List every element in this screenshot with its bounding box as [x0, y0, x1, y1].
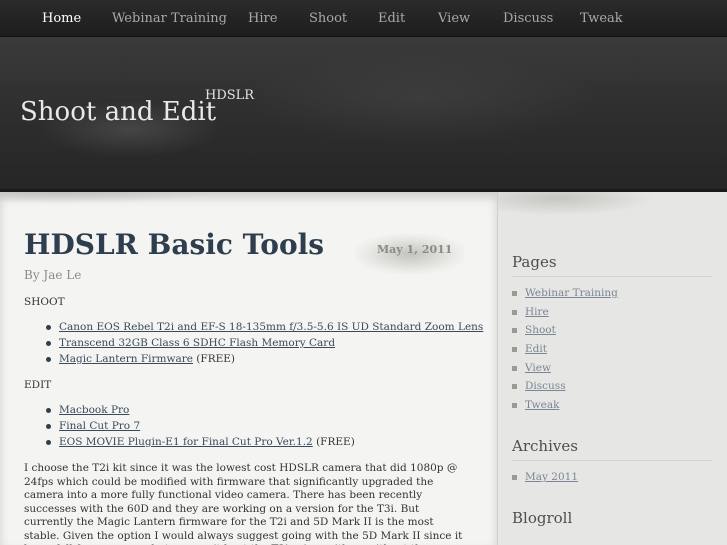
- site-tagline: HDSLR: [205, 88, 255, 103]
- archives-list: May 2011: [512, 468, 578, 487]
- post-title[interactable]: HDSLR Basic Tools: [24, 228, 324, 261]
- product-link[interactable]: Macbook Pro: [59, 404, 129, 416]
- list-item: Canon EOS Rebel T2i and EF-S 18-135mm f/…: [44, 319, 483, 335]
- sidebar-item-hire: Hire: [512, 303, 618, 322]
- sidebar-item-view: View: [512, 359, 618, 378]
- list-item: Transcend 32GB Class 6 SDHC Flash Memory…: [44, 335, 483, 351]
- sidebar-item-tweak: Tweak: [512, 396, 618, 415]
- nav-item-webinar-training[interactable]: Webinar Training: [112, 11, 227, 26]
- shoot-list: Canon EOS Rebel T2i and EF-S 18-135mm f/…: [44, 319, 483, 367]
- nav-item-edit[interactable]: Edit: [378, 11, 405, 26]
- list-item: Magic Lantern Firmware (FREE): [44, 351, 483, 367]
- post-date-badge: May 1, 2011: [356, 234, 464, 274]
- product-link[interactable]: EOS MOVIE Plugin-E1 for Final Cut Pro Ve…: [59, 436, 313, 448]
- top-navigation: Home Webinar Training Hire Shoot Edit Vi…: [0, 0, 727, 37]
- product-link[interactable]: Canon EOS Rebel T2i and EF-S 18-135mm f/…: [59, 321, 483, 333]
- product-link[interactable]: Final Cut Pro 7: [59, 420, 140, 432]
- widget-divider: [512, 276, 712, 277]
- nav-item-shoot[interactable]: Shoot: [309, 11, 347, 26]
- sidebar-item-edit: Edit: [512, 340, 618, 359]
- nav-item-discuss[interactable]: Discuss: [503, 11, 553, 26]
- sidebar-item-webinar-training: Webinar Training: [512, 284, 618, 303]
- list-item: Final Cut Pro 7: [44, 418, 355, 434]
- section-label-shoot: SHOOT: [24, 296, 65, 308]
- site-header: Shoot and Edit HDSLR: [0, 37, 727, 191]
- edit-list: Macbook Pro Final Cut Pro 7 EOS MOVIE Pl…: [44, 402, 355, 450]
- nav-item-hire[interactable]: Hire: [248, 11, 277, 26]
- post-body: I choose the T2i kit since it was the lo…: [24, 462, 463, 545]
- sidebar-item-discuss: Discuss: [512, 377, 618, 396]
- nav-item-tweak[interactable]: Tweak: [580, 11, 623, 26]
- pages-widget-title: Pages: [512, 253, 557, 271]
- widget-divider: [512, 460, 712, 461]
- list-item: EOS MOVIE Plugin-E1 for Final Cut Pro Ve…: [44, 434, 355, 450]
- section-label-edit: EDIT: [24, 379, 52, 391]
- product-link[interactable]: Magic Lantern Firmware: [59, 353, 193, 365]
- post-content: HDSLR Basic Tools May 1, 2011 By Jae Le …: [0, 192, 497, 545]
- archives-widget-title: Archives: [512, 437, 578, 455]
- price-note: (FREE): [312, 436, 355, 448]
- site-title[interactable]: Shoot and Edit: [20, 97, 216, 127]
- nav-item-home[interactable]: Home: [42, 11, 81, 26]
- pages-list: Webinar Training Hire Shoot Edit View Di…: [512, 284, 618, 415]
- sidebar: Pages Webinar Training Hire Shoot Edit V…: [497, 192, 727, 545]
- decorative-texture: [0, 192, 497, 214]
- nav-item-view[interactable]: View: [438, 11, 470, 26]
- blogroll-widget-title: Blogroll: [512, 509, 573, 527]
- sidebar-item-shoot: Shoot: [512, 321, 618, 340]
- post-author: By Jae Le: [24, 268, 82, 282]
- post-date: May 1, 2011: [377, 243, 453, 256]
- decorative-texture: [498, 192, 727, 232]
- product-link[interactable]: Transcend 32GB Class 6 SDHC Flash Memory…: [59, 337, 335, 349]
- price-note: (FREE): [192, 353, 236, 365]
- archive-item-may-2011: May 2011: [512, 468, 578, 487]
- list-item: Macbook Pro: [44, 402, 355, 418]
